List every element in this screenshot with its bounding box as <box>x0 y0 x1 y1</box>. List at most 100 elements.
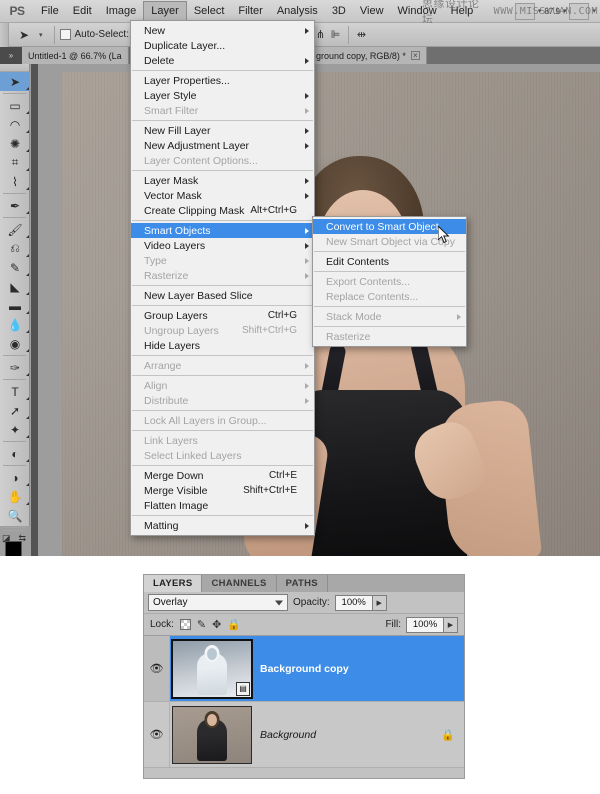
layer-name[interactable]: Background <box>254 729 316 741</box>
history-brush-tool-icon[interactable]: ✎ <box>0 258 30 277</box>
menu-item-matting[interactable]: Matting <box>131 518 314 533</box>
clone-stamp-tool-icon[interactable]: ⎌ <box>0 239 30 258</box>
distribute-spacing-icon[interactable]: ⇹ <box>354 27 369 43</box>
crop-tool-icon[interactable]: ⌗ <box>0 153 30 172</box>
move-tool-icon[interactable]: ➤ <box>0 72 30 91</box>
layer-row[interactable]: 👁 Background 🔒 <box>144 702 464 768</box>
menu-item-label: Create Clipping Mask <box>144 204 245 217</box>
menu-item-duplicate-layer[interactable]: Duplicate Layer... <box>131 38 314 53</box>
gradient-tool-icon[interactable]: ▬ <box>0 296 30 315</box>
menu-item-group-layers[interactable]: Group Layers Ctrl+G <box>131 308 314 323</box>
lasso-tool-icon[interactable]: ◠ <box>0 115 30 134</box>
menu-help[interactable]: Help <box>444 0 481 23</box>
options-bar-grip[interactable] <box>0 22 9 47</box>
fill-input[interactable]: 100% <box>406 616 444 633</box>
document-tab-left[interactable]: Untitled-1 @ 66.7% (La <box>22 47 129 64</box>
toolbox-divider-6 <box>3 217 26 218</box>
auto-select-checkbox[interactable] <box>59 29 71 40</box>
document-tab-right[interactable]: ground copy, RGB/8) * × <box>310 47 427 64</box>
chevron-down-icon-3[interactable]: ▾ <box>592 7 596 15</box>
tab-bar-grip[interactable]: » <box>0 47 22 64</box>
lock-position-icon[interactable]: ✥ <box>212 618 221 631</box>
screen-mode-button[interactable] <box>514 2 535 20</box>
menu-3d[interactable]: 3D <box>325 0 353 23</box>
submenu-arrow-icon <box>305 242 309 249</box>
layer-row[interactable]: 👁 ▤ Background copy <box>144 636 464 702</box>
menu-layer[interactable]: Layer <box>143 0 187 22</box>
menu-item-merge-visible[interactable]: Merge Visible Shift+Ctrl+E <box>131 483 314 498</box>
submenu-arrow-icon <box>305 272 309 279</box>
fill-stepper-arrow[interactable]: ▶ <box>444 616 458 633</box>
chevron-down-icon-2[interactable]: ▾ <box>563 7 567 15</box>
pen-tool-icon[interactable]: ✑ <box>0 358 30 377</box>
menu-item-shortcut: Ctrl+E <box>268 470 297 481</box>
hand-tool-icon[interactable]: ✋ <box>0 487 30 506</box>
tool-preset-chevron-icon[interactable]: ▾ <box>39 31 49 39</box>
lock-transparent-pixels-icon[interactable] <box>179 619 191 630</box>
zoom-tool-icon[interactable]: 🔍 <box>0 506 30 525</box>
close-icon[interactable]: × <box>410 51 420 60</box>
lock-image-pixels-icon[interactable]: ✎ <box>197 618 206 631</box>
menu-item-label: New Layer Based Slice <box>144 289 253 302</box>
menu-item-convert-to-smart-object[interactable]: Convert to Smart Object <box>313 219 466 234</box>
menu-item-new[interactable]: New <box>131 23 314 38</box>
menu-separator <box>314 306 465 307</box>
menu-item-layer-style[interactable]: Layer Style <box>131 88 314 103</box>
foreground-color-swatch[interactable] <box>5 541 22 556</box>
menu-item-delete[interactable]: Delete <box>131 53 314 68</box>
menu-item-edit-contents[interactable]: Edit Contents <box>313 254 466 269</box>
menu-item-video-layers[interactable]: Video Layers <box>131 238 314 253</box>
menu-item-merge-down[interactable]: Merge Down Ctrl+E <box>131 468 314 483</box>
3d-orbit-tool-icon[interactable]: ◑ <box>0 468 30 487</box>
distribute-bottom-icon[interactable]: ⊫ <box>328 27 343 43</box>
menu-item-hide-layers[interactable]: Hide Layers <box>131 338 314 353</box>
distribute-vertical-center-icon[interactable]: ⋔ <box>313 27 328 43</box>
menu-view[interactable]: View <box>353 0 391 23</box>
custom-shape-tool-icon[interactable]: ✦ <box>0 420 30 439</box>
opacity-input[interactable]: 100% <box>334 594 373 611</box>
menu-item-flatten-image[interactable]: Flatten Image <box>131 498 314 513</box>
tab-channels[interactable]: CHANNELS <box>202 575 277 592</box>
layer-thumbnail[interactable]: ▤ <box>171 638 253 699</box>
opacity-stepper-arrow[interactable]: ▶ <box>372 594 387 611</box>
dodge-tool-icon[interactable]: ◉ <box>0 334 30 353</box>
menu-item-layer-properties[interactable]: Layer Properties... <box>131 73 314 88</box>
path-selection-tool-icon[interactable]: ➚ <box>0 401 30 420</box>
layer-thumbnail-cell[interactable] <box>170 705 254 764</box>
rectangular-marquee-tool-icon[interactable]: ▭ <box>0 96 30 115</box>
toolbox-grip[interactable] <box>0 64 29 72</box>
tab-paths[interactable]: PATHS <box>276 575 328 592</box>
blend-mode-select[interactable]: Overlay <box>148 594 288 611</box>
menu-item-layer-mask[interactable]: Layer Mask <box>131 173 314 188</box>
menu-item-vector-mask[interactable]: Vector Mask <box>131 188 314 203</box>
brush-tool-icon[interactable]: 🖌 <box>0 220 30 239</box>
workspace-button[interactable] <box>569 2 590 20</box>
tab-layers[interactable]: LAYERS <box>144 575 203 592</box>
menu-item-smart-objects[interactable]: Smart Objects <box>131 223 314 238</box>
horizontal-type-tool-icon[interactable]: T <box>0 382 30 401</box>
menu-edit[interactable]: Edit <box>66 0 99 23</box>
menu-file[interactable]: File <box>34 0 66 23</box>
layer-thumbnail[interactable] <box>172 705 252 764</box>
eyedropper-tool-icon[interactable]: ⌇ <box>0 172 30 191</box>
lock-all-icon[interactable]: 🔒 <box>227 618 241 631</box>
quick-selection-tool-icon[interactable]: ✺ <box>0 134 30 153</box>
menu-item-new-layer-based-slice[interactable]: New Layer Based Slice <box>131 288 314 303</box>
layer-name[interactable]: Background copy <box>254 663 349 675</box>
blur-tool-icon[interactable]: 💧 <box>0 315 30 334</box>
menu-item-new-adjustment-layer[interactable]: New Adjustment Layer <box>131 138 314 153</box>
menu-item-label: Rasterize <box>326 330 371 343</box>
spot-healing-brush-tool-icon[interactable]: ✒ <box>0 196 30 215</box>
photoshop-window: PS File Edit Image Layer Select Filter Analysi… <box>0 0 600 556</box>
3d-rotate-tool-icon[interactable]: ◐ <box>0 444 30 463</box>
menu-window[interactable]: Window <box>391 0 444 23</box>
menu-item-create-clipping-mask[interactable]: Create Clipping Mask Alt+Ctrl+G <box>131 203 314 218</box>
eraser-tool-icon[interactable]: ◣ <box>0 277 30 296</box>
menu-item-new-fill-layer[interactable]: New Fill Layer <box>131 123 314 138</box>
layer-visibility-toggle[interactable]: 👁 <box>144 702 170 767</box>
move-tool-icon[interactable]: ➤ <box>9 28 39 42</box>
chevron-down-icon-1[interactable]: ▾ <box>538 7 542 15</box>
layer-visibility-toggle[interactable]: 👁 <box>144 636 170 701</box>
layer-thumbnail-cell[interactable]: ▤ <box>170 638 254 699</box>
menu-item-label: Align <box>144 379 168 392</box>
